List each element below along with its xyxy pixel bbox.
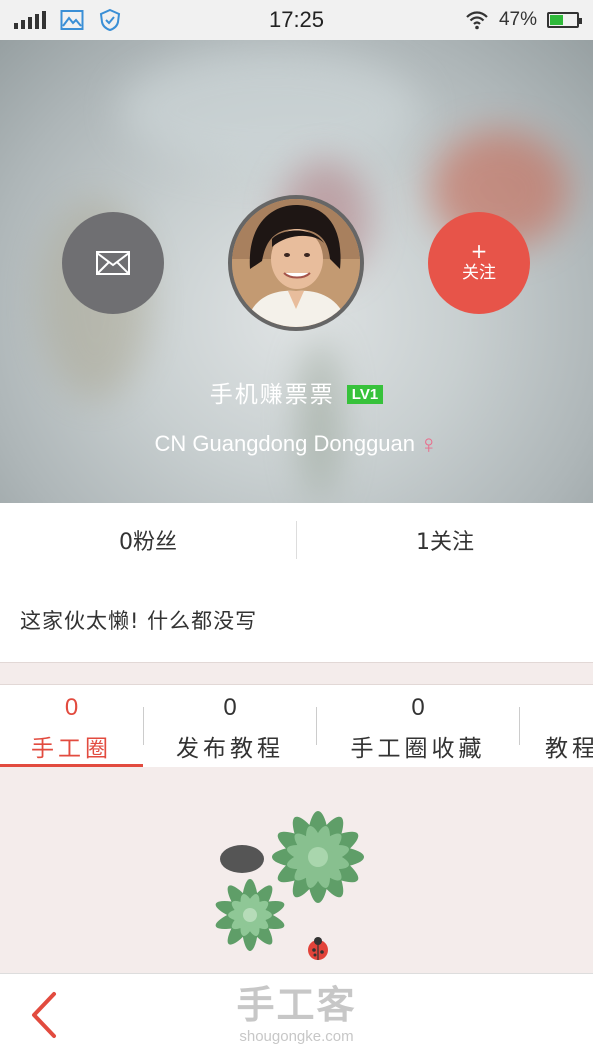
battery-percent: 47%	[498, 9, 537, 30]
tab-tutorials[interactable]: 教程	[545, 685, 593, 767]
ladybug-icon	[308, 937, 328, 960]
tab-handcraft-circle[interactable]: 0 手工圈	[0, 685, 143, 767]
avatar-photo	[232, 199, 360, 327]
user-location: CN Guangdong Dongguan ♀	[0, 429, 593, 460]
content-tabs: 0 手工圈 0 发布教程 0 手工圈收藏 教程	[0, 684, 593, 768]
location-text: CN Guangdong Dongguan	[154, 431, 416, 456]
stats-bar: 0粉丝 1关注	[0, 503, 593, 578]
tab-label: 手工圈收藏	[350, 736, 486, 762]
wifi-icon	[466, 11, 488, 30]
message-button[interactable]	[62, 212, 164, 314]
profile-header: + 关注 手机赚票票 LV1 CN Guangdong Dongguan ♀	[0, 40, 593, 503]
tab-circle-favorites[interactable]: 0 手工圈收藏	[317, 685, 519, 767]
nickname-text: 手机赚票票	[209, 382, 335, 408]
tab-label: 手工圈	[31, 736, 112, 762]
status-bar: 17:25 47%	[0, 0, 593, 40]
user-nickname: 手机赚票票 LV1	[0, 375, 593, 409]
bio-text: 这家伙太懒! 什么都没写	[0, 577, 593, 663]
brand-url: shougongke.com	[239, 1028, 354, 1045]
mail-icon	[96, 251, 130, 275]
shield-icon	[99, 8, 121, 32]
image-icon	[60, 10, 84, 30]
empty-state	[0, 767, 593, 972]
female-icon: ♀	[419, 429, 439, 459]
fans-count[interactable]: 0粉丝	[0, 524, 296, 556]
succulent-illustration	[215, 811, 364, 960]
follow-label: 关注	[462, 263, 496, 283]
follow-plus: +	[470, 239, 488, 263]
tab-count: 0	[411, 694, 425, 721]
following-count[interactable]: 1关注	[297, 524, 593, 556]
brand-name: 手工客	[236, 983, 357, 1027]
brand-watermark: 手工客 shougongke.com	[0, 984, 593, 1045]
tab-label: 发布教程	[176, 736, 284, 762]
tab-count: 0	[223, 694, 237, 721]
tab-count: 0	[64, 694, 79, 721]
avatar[interactable]	[228, 195, 364, 331]
bottom-bar: 手工客 shougongke.com	[0, 973, 593, 1056]
tab-label: 教程	[545, 736, 593, 762]
signal-icon	[14, 11, 46, 29]
follow-button[interactable]: + 关注	[428, 212, 530, 314]
tab-count	[545, 693, 593, 723]
tab-divider	[519, 707, 520, 745]
tab-published-tutorials[interactable]: 0 发布教程	[144, 685, 316, 767]
level-badge: LV1	[346, 385, 384, 404]
battery-icon	[547, 12, 582, 28]
